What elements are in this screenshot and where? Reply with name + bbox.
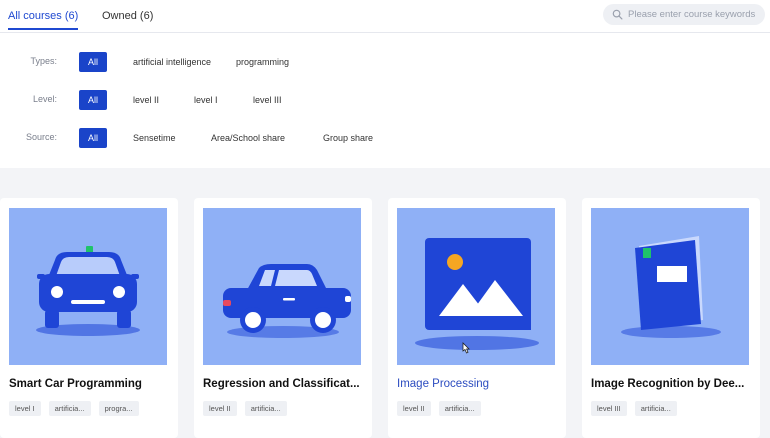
tab-owned[interactable]: Owned (6) <box>102 10 153 22</box>
filter-level-all[interactable]: All <box>79 90 108 110</box>
image-landscape-icon <box>415 238 539 350</box>
tab-all-courses[interactable]: All courses (6) <box>8 10 79 30</box>
course-tags: level I artificia... progra... <box>9 401 139 416</box>
course-tag: artificia... <box>244 401 287 416</box>
course-card[interactable]: Image Recognition by Dee... level III ar… <box>582 198 760 438</box>
filter-label-source: Source: <box>25 132 57 142</box>
course-tag: level II <box>203 401 237 416</box>
course-card[interactable]: Smart Car Programming level I artificia.… <box>0 198 178 438</box>
course-thumbnail[interactable] <box>591 208 749 365</box>
search-input[interactable] <box>626 9 763 20</box>
course-tag: progra... <box>98 401 139 416</box>
filter-source-group[interactable]: Group share <box>316 128 380 148</box>
top-bar: All courses (6) Owned (6) <box>0 0 770 33</box>
search-box[interactable] <box>603 4 765 25</box>
course-title[interactable]: Image Processing <box>397 378 562 390</box>
course-tag: level II <box>397 401 431 416</box>
filter-level-ii[interactable]: level II <box>126 90 166 110</box>
filter-source-area-school[interactable]: Area/School share <box>204 128 292 148</box>
course-thumbnail[interactable] <box>9 208 167 365</box>
filter-row-level: Level: All level II level I level III <box>0 90 770 110</box>
filter-types-ai[interactable]: artificial intelligence <box>126 52 218 72</box>
filter-source-all[interactable]: All <box>79 128 108 148</box>
search-icon[interactable] <box>608 6 626 24</box>
course-title[interactable]: Image Recognition by Dee... <box>591 378 756 390</box>
course-tag: artificia... <box>48 401 91 416</box>
course-card[interactable]: Regression and Classificat... level II a… <box>194 198 372 438</box>
course-tags: level II artificia... <box>397 401 481 416</box>
course-thumbnail[interactable] <box>203 208 361 365</box>
course-card[interactable]: Image Processing level II artificia... <box>388 198 566 438</box>
course-thumbnail[interactable] <box>397 208 555 365</box>
car-side-icon <box>223 264 351 338</box>
car-front-icon <box>36 246 140 336</box>
course-tag: artificia... <box>438 401 481 416</box>
filter-level-iii[interactable]: level III <box>246 90 289 110</box>
book-icon <box>621 236 721 338</box>
course-tags: level II artificia... <box>203 401 287 416</box>
course-tag: level III <box>591 401 627 416</box>
filter-types-programming[interactable]: programming <box>229 52 296 72</box>
mouse-cursor-icon <box>462 342 470 354</box>
filter-label-types: Types: <box>30 56 57 66</box>
course-tags: level III artificia... <box>591 401 677 416</box>
filter-types-all[interactable]: All <box>79 52 108 72</box>
filter-label-level: Level: <box>32 94 57 104</box>
filter-level-i[interactable]: level I <box>187 90 225 110</box>
filter-row-types: Types: All artificial intelligence progr… <box>0 52 770 72</box>
course-title[interactable]: Smart Car Programming <box>9 378 174 390</box>
filter-source-sensetime[interactable]: Sensetime <box>126 128 183 148</box>
filter-panel: Types: All artificial intelligence progr… <box>0 33 770 168</box>
filter-row-source: Source: All Sensetime Area/School share … <box>0 128 770 148</box>
course-tag: artificia... <box>634 401 677 416</box>
course-tag: level I <box>9 401 41 416</box>
course-title[interactable]: Regression and Classificat... <box>203 378 368 390</box>
